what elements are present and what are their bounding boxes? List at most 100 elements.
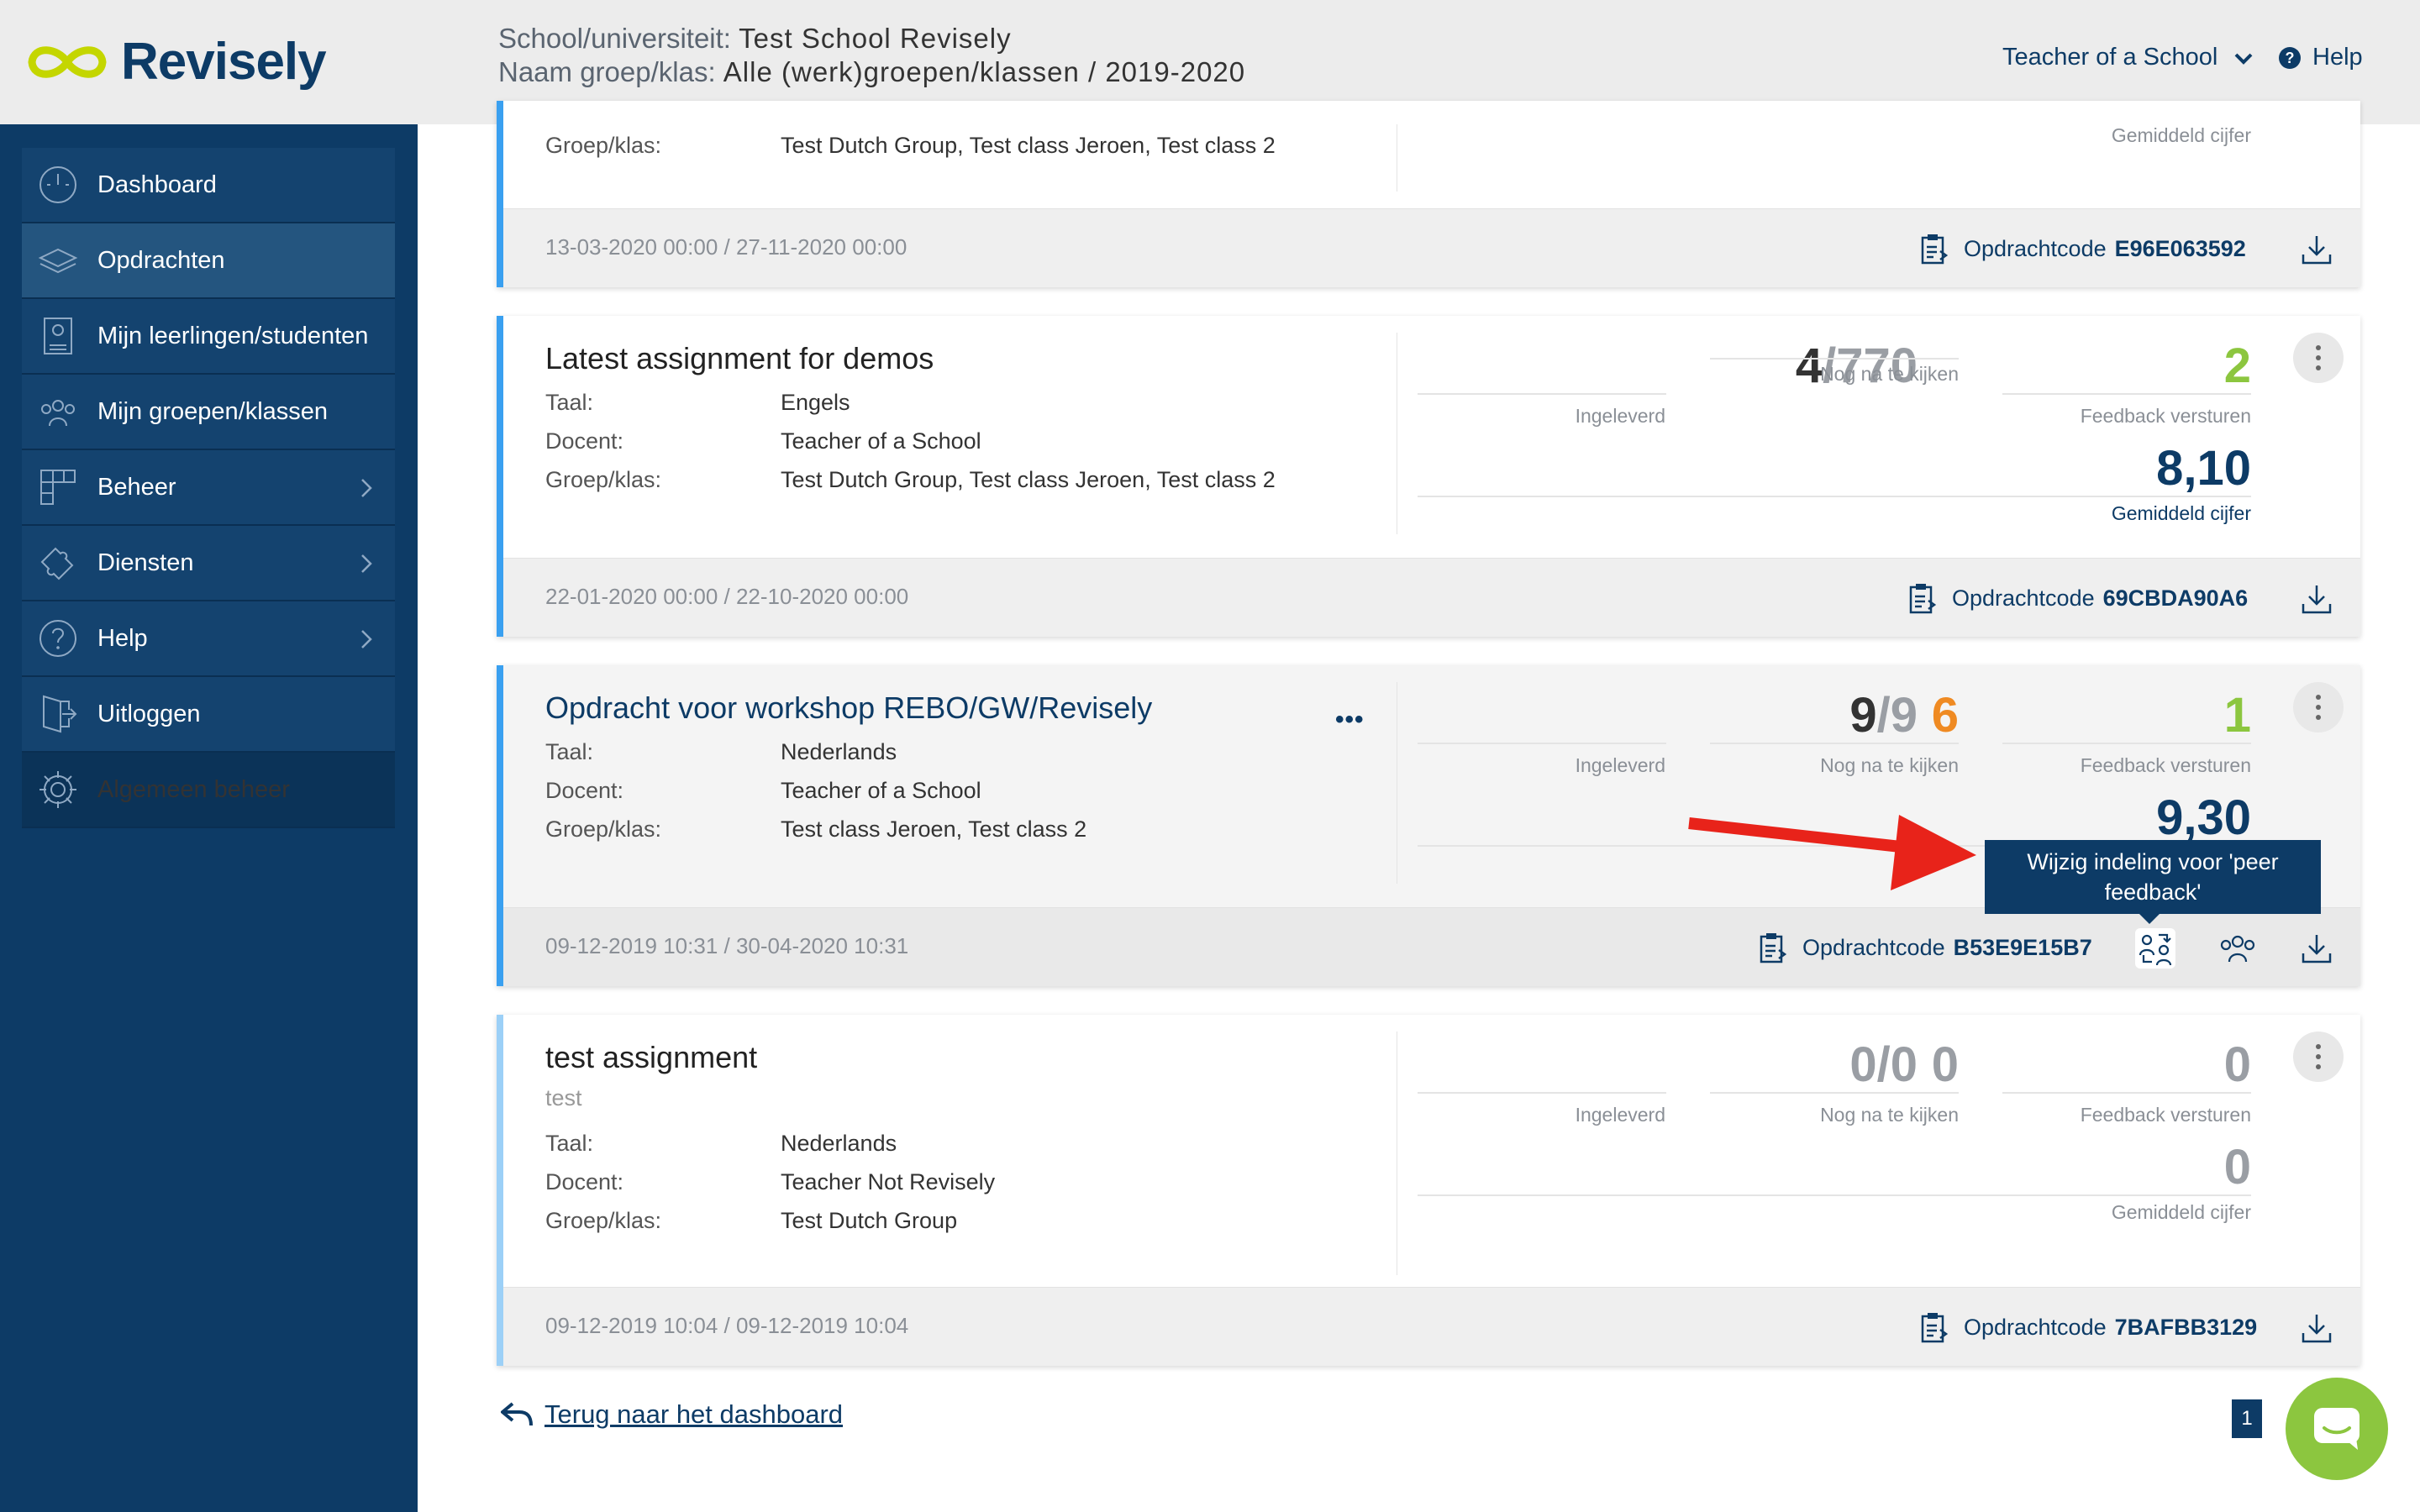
feedback-label: Feedback versturen xyxy=(2080,1104,2251,1126)
help-label: Help xyxy=(2312,44,2363,71)
clipboard-icon xyxy=(1909,584,1937,614)
assignment-code[interactable]: Opdrachtcode E96E063592 xyxy=(1920,233,2246,265)
assignment-card: Opdracht voor workshop REBO/GW/Revisely … xyxy=(497,665,2360,986)
to-review-label: Nog na te kijken xyxy=(1820,363,1959,385)
revisely-logo[interactable]: Revisely xyxy=(24,32,327,92)
stat-line xyxy=(1710,1092,1959,1094)
download-icon[interactable] xyxy=(2300,582,2333,616)
stat-line xyxy=(1710,358,1959,360)
download-icon[interactable] xyxy=(2300,233,2333,266)
sidebar-item-help[interactable]: Help xyxy=(22,601,395,677)
assignment-title[interactable]: test assignment xyxy=(545,1040,757,1075)
group-label: Groep/klas: xyxy=(545,467,662,492)
teacher-label: Docent: xyxy=(545,1169,624,1194)
date-range: 09-12-2019 10:31 / 30-04-2020 10:31 xyxy=(545,933,909,958)
clipboard-icon xyxy=(1921,234,1949,265)
sidebar-item-students[interactable]: Mijn leerlingen/studenten xyxy=(22,299,395,375)
to-review-label: Nog na te kijken xyxy=(1820,1104,1959,1126)
stat-line xyxy=(2002,743,2251,744)
assignment-card: test assignment test Taal: Nederlands Do… xyxy=(497,1015,2360,1366)
sidebar-item-algemeen-beheer[interactable]: Algemeen beheer xyxy=(22,753,395,828)
download-icon[interactable] xyxy=(2300,932,2333,965)
sidebar-label: Opdrachten xyxy=(97,246,225,274)
teacher-value: Teacher of a School xyxy=(781,428,981,454)
clipboard-icon xyxy=(1921,1313,1949,1343)
card-footer: 09-12-2019 10:31 / 30-04-2020 10:31 Opdr… xyxy=(503,907,2360,986)
more-options-icon[interactable] xyxy=(2293,1032,2344,1082)
more-horizontal-icon[interactable]: ••• xyxy=(1335,706,1365,734)
sidebar-item-beheer[interactable]: Beheer xyxy=(22,450,395,526)
stat-line xyxy=(2002,1092,2251,1094)
students-icon xyxy=(44,318,72,354)
chevron-right-icon xyxy=(361,554,372,573)
sidebar-label: Dashboard xyxy=(97,171,217,198)
average-grade: 9,30 xyxy=(2156,790,2251,845)
school-label: School/universiteit: xyxy=(498,23,731,54)
language-value: Nederlands xyxy=(781,739,897,764)
help-link[interactable]: ? Help xyxy=(2279,44,2363,71)
code-value: 7BAFBB3129 xyxy=(2114,1314,2258,1340)
reply-arrow-icon xyxy=(501,1402,533,1426)
feedback-count[interactable]: 1 xyxy=(1999,687,2251,743)
back-to-dashboard-link[interactable]: Terug naar het dashboard xyxy=(501,1399,843,1430)
code-value: B53E9E15B7 xyxy=(1953,934,2092,960)
card-footer: 09-12-2019 10:04 / 09-12-2019 10:04 Opdr… xyxy=(503,1287,2360,1366)
group-value: Test Dutch Group, Test class Jeroen, Tes… xyxy=(781,133,1276,158)
date-range: 13-03-2020 00:00 / 27-11-2020 00:00 xyxy=(545,234,908,260)
sidebar-label: Help xyxy=(97,624,148,652)
language-value: Engels xyxy=(781,390,850,415)
sidebar-label: Beheer xyxy=(97,473,176,501)
dashboard-icon xyxy=(39,166,76,203)
sidebar-nav: Dashboard Opdrachten Mijn leerlingen/stu… xyxy=(22,148,395,828)
to-review-count[interactable]: 0 xyxy=(1707,1037,1959,1093)
code-label: Opdrachtcode xyxy=(1964,235,2107,261)
teacher-value: Teacher of a School xyxy=(781,778,981,803)
stat-line xyxy=(1418,393,1666,395)
assignment-card: Latest assignment for demos Taal: Engels… xyxy=(497,316,2360,637)
gear-icon xyxy=(39,771,76,808)
sidebar-label: Mijn leerlingen/studenten xyxy=(97,322,369,349)
chat-launcher[interactable] xyxy=(2286,1378,2388,1480)
code-value: 69CBDA90A6 xyxy=(2102,585,2249,611)
average-label: Gemiddeld cijfer xyxy=(2111,124,2251,146)
school-info: School/universiteit: Test School Revisel… xyxy=(498,22,1245,89)
peer-feedback-swap-icon[interactable] xyxy=(2135,928,2175,969)
sidebar-item-opdrachten[interactable]: Opdrachten xyxy=(22,223,395,299)
feedback-count[interactable]: 0 xyxy=(1999,1037,2251,1093)
user-menu[interactable]: Teacher of a School xyxy=(2002,44,2254,71)
assignments-icon xyxy=(38,248,78,274)
more-options-icon[interactable] xyxy=(2293,333,2344,383)
groups-icon[interactable] xyxy=(2217,928,2258,969)
assignment-code[interactable]: Opdrachtcode B53E9E15B7 xyxy=(1759,932,2092,963)
group-label: Groep/klas: xyxy=(545,133,662,158)
assignment-code[interactable]: Opdrachtcode 69CBDA90A6 xyxy=(1908,582,2248,614)
logo-text: Revisely xyxy=(121,33,327,91)
feedback-label: Feedback versturen xyxy=(2080,754,2251,776)
teacher-label: Docent: xyxy=(545,428,624,454)
date-range: 09-12-2019 10:04 / 09-12-2019 10:04 xyxy=(545,1313,909,1338)
stat-line xyxy=(2002,393,2251,395)
group-value: Test class Jeroen, Test class 2 xyxy=(781,816,1087,842)
group-value: Test Dutch Group, Test class Jeroen, Tes… xyxy=(781,467,1276,492)
assignment-title[interactable]: Latest assignment for demos xyxy=(545,341,934,376)
sidebar-item-logout[interactable]: Uitloggen xyxy=(22,677,395,753)
teacher-value: Teacher Not Revisely xyxy=(781,1169,996,1194)
pagination-page[interactable]: 1 xyxy=(2232,1399,2262,1438)
more-options-icon[interactable] xyxy=(2293,682,2344,732)
sidebar-item-groups[interactable]: Mijn groepen/klassen xyxy=(22,375,395,450)
group-label: Naam groep/klas: xyxy=(498,56,716,87)
clipboard-icon xyxy=(1760,933,1787,963)
submitted-label: Ingeleverd xyxy=(1575,405,1665,427)
card-footer: 13-03-2020 00:00 / 27-11-2020 00:00 Opdr… xyxy=(503,208,2360,287)
group-label: Groep/klas: xyxy=(545,816,662,842)
assignment-title[interactable]: Opdracht voor workshop REBO/GW/Revisely xyxy=(545,690,1152,726)
sidebar-label: Diensten xyxy=(97,549,194,576)
download-icon[interactable] xyxy=(2300,1311,2333,1345)
to-review-count[interactable]: 6 xyxy=(1707,687,1959,743)
assignment-code[interactable]: Opdrachtcode 7BAFBB3129 xyxy=(1920,1311,2257,1343)
feedback-count[interactable]: 2 xyxy=(1999,338,2251,394)
sidebar-item-diensten[interactable]: Diensten xyxy=(22,526,395,601)
sidebar-item-dashboard[interactable]: Dashboard xyxy=(22,148,395,223)
stat-line xyxy=(1418,496,2251,497)
sidebar-label: Mijn groepen/klassen xyxy=(97,397,329,425)
